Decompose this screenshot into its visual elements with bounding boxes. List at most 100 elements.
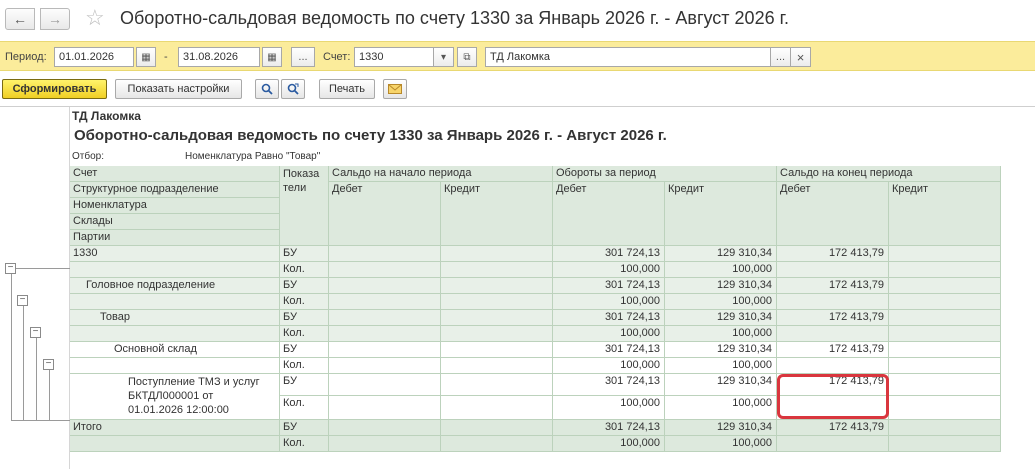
header-batches: Партии	[70, 230, 280, 246]
filter-bar: Период: 01.01.2026 ▦ - 31.08.2026 ▦ ... …	[0, 41, 1035, 71]
search-next-button[interactable]	[281, 79, 305, 99]
row-turnover-credit: 129 310,34	[665, 342, 777, 358]
star-icon[interactable]: ☆	[85, 4, 105, 32]
cell-empty	[777, 436, 889, 452]
row-kol: Кол.	[280, 436, 329, 452]
cell-empty	[329, 342, 441, 358]
tree-line	[23, 306, 24, 420]
cell-empty	[889, 358, 1001, 374]
row-batch-name: Поступление ТМЗ и услуг БКТДЛ000001 от 0…	[70, 374, 280, 420]
cell-empty	[329, 358, 441, 374]
row-kol: Кол.	[280, 262, 329, 278]
header-turnover-credit: Кредит	[665, 182, 777, 246]
collapse-icon[interactable]: −	[17, 295, 28, 306]
clear-icon[interactable]: ×	[791, 47, 811, 67]
org-select-button[interactable]: ...	[771, 47, 791, 67]
row-qty-credit: 100,000	[665, 436, 777, 452]
row-account-name: 1330	[70, 246, 280, 262]
cell-empty	[329, 374, 441, 396]
batch-name-line-3: 01.01.2026 12:00:00	[128, 404, 229, 416]
cell-empty	[889, 278, 1001, 294]
report-area: ТД Лакомка Оборотно-сальдовая ведомость …	[0, 106, 1035, 469]
arrow-right-icon: →	[48, 11, 62, 27]
row-turnover-debit: 301 724,13	[553, 246, 665, 262]
cell-empty	[329, 326, 441, 342]
organization-field[interactable]: ТД Лакомка	[485, 47, 771, 67]
collapse-icon[interactable]: −	[43, 359, 54, 370]
row-closing-debit: 172 413,79	[777, 246, 889, 262]
search-button[interactable]	[255, 79, 279, 99]
header-closing: Сальдо на конец периода	[777, 166, 1001, 182]
chevron-down-icon[interactable]: ▾	[434, 47, 454, 67]
cell-empty	[777, 358, 889, 374]
account-field[interactable]: 1330	[354, 47, 434, 67]
cell-empty	[889, 310, 1001, 326]
cell-empty	[329, 396, 441, 420]
row-bu: БУ	[280, 278, 329, 294]
cell-empty	[329, 278, 441, 294]
row-bu: БУ	[280, 310, 329, 326]
highlight-annotation	[777, 374, 889, 419]
calendar-icon[interactable]: ▦	[136, 47, 156, 67]
row-division-name: Головное подразделение	[70, 278, 280, 294]
period-select-button[interactable]: ...	[291, 47, 315, 67]
back-button[interactable]: ←	[5, 8, 35, 30]
cell-empty	[329, 246, 441, 262]
batch-name-line-1: Поступление ТМЗ и услуг	[128, 376, 260, 388]
toolbar: Сформировать Показать настройки Печать	[0, 76, 1035, 102]
collapse-icon[interactable]: −	[30, 327, 41, 338]
header-turnover: Обороты за период	[553, 166, 777, 182]
report-organization: ТД Лакомка	[72, 109, 141, 123]
cell-empty	[70, 262, 280, 278]
collapse-icon[interactable]: −	[5, 263, 16, 274]
row-qty-debit: 100,000	[553, 262, 665, 278]
cell-empty	[441, 262, 553, 278]
row-turnover-debit: 301 724,13	[553, 420, 665, 436]
date-to-field[interactable]: 31.08.2026	[178, 47, 260, 67]
cell-empty	[441, 436, 553, 452]
row-qty-credit: 100,000	[665, 396, 777, 420]
cell-empty	[889, 436, 1001, 452]
row-kol: Кол.	[280, 358, 329, 374]
cell-empty	[441, 310, 553, 326]
row-nomenclature-name: Товар	[70, 310, 280, 326]
open-icon[interactable]: ⧉	[457, 47, 477, 67]
row-kol: Кол.	[280, 326, 329, 342]
header-closing-debit: Дебет	[777, 182, 889, 246]
cell-empty	[441, 396, 553, 420]
email-button[interactable]	[383, 79, 407, 99]
filter-value: Номенклатура Равно "Товар"	[185, 151, 321, 162]
show-settings-button[interactable]: Показать настройки	[115, 79, 242, 99]
cell-empty	[441, 246, 553, 262]
row-qty-debit: 100,000	[553, 396, 665, 420]
tree-line	[11, 274, 12, 420]
generate-button[interactable]: Сформировать	[2, 79, 107, 99]
cell-empty	[329, 294, 441, 310]
row-turnover-credit: 129 310,34	[665, 420, 777, 436]
header-indicators: Показа тели	[280, 166, 329, 246]
cell-empty	[70, 294, 280, 310]
cell-empty	[329, 420, 441, 436]
row-qty-credit: 100,000	[665, 358, 777, 374]
row-qty-debit: 100,000	[553, 326, 665, 342]
header-closing-credit: Кредит	[889, 182, 1001, 246]
period-label: Период:	[5, 51, 47, 63]
calendar-icon[interactable]: ▦	[262, 47, 282, 67]
print-button[interactable]: Печать	[319, 79, 375, 99]
row-kol: Кол.	[280, 294, 329, 310]
header-opening-debit: Дебет	[329, 182, 441, 246]
row-closing-debit: 172 413,79	[777, 310, 889, 326]
cell-empty	[441, 294, 553, 310]
period-dash: -	[164, 51, 168, 63]
header-opening: Сальдо на начало периода	[329, 166, 553, 182]
title-bar: ← → ☆ Оборотно-сальдовая ведомость по сч…	[0, 0, 1035, 38]
cell-empty	[441, 278, 553, 294]
date-from-field[interactable]: 01.01.2026	[54, 47, 134, 67]
cell-empty	[889, 262, 1001, 278]
cell-empty	[777, 294, 889, 310]
row-turnover-credit: 129 310,34	[665, 374, 777, 396]
cell-empty	[441, 374, 553, 396]
cell-empty	[889, 294, 1001, 310]
cell-empty	[889, 342, 1001, 358]
forward-button[interactable]: →	[40, 8, 70, 30]
